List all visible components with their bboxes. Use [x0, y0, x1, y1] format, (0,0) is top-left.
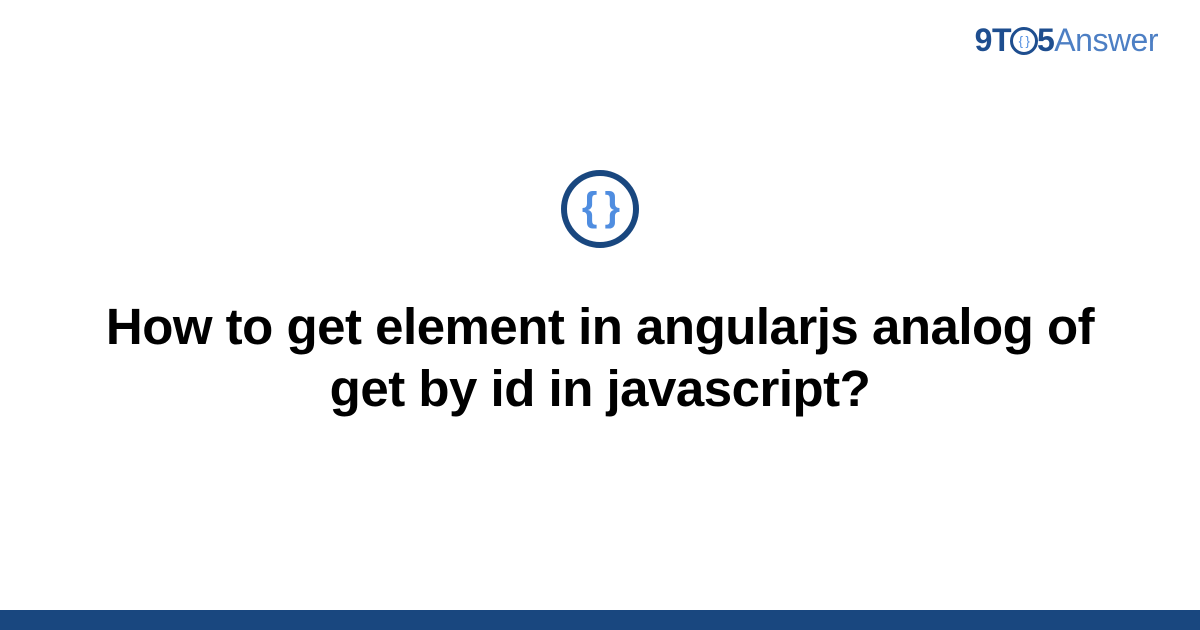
main-content: { } How to get element in angularjs anal… — [0, 0, 1200, 630]
code-braces-icon: { } — [582, 187, 618, 227]
footer-bar — [0, 610, 1200, 630]
question-title: How to get element in angularjs analog o… — [90, 296, 1110, 420]
category-icon: { } — [561, 170, 639, 248]
